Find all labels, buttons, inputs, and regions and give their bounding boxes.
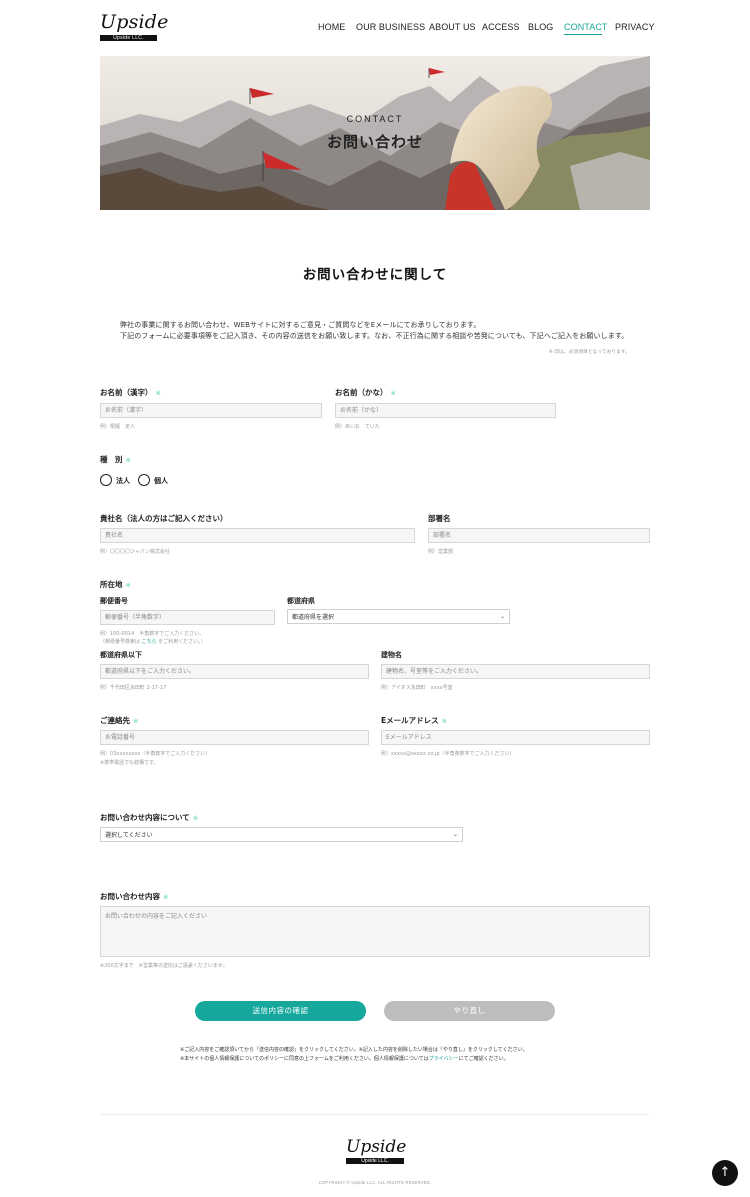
type-label: 種 別 ※ [100, 455, 131, 464]
nav-our-business[interactable]: OUR BUSINESS [356, 22, 425, 36]
city-input[interactable] [100, 664, 369, 679]
zip-hint: 例）100-0014 半角数字でご入力ください。 [100, 631, 205, 637]
email-hint: 例）xxxxx@xxxxx.co.jp（半角英数字でご入力ください） [381, 751, 515, 757]
hero-subtitle: CONTACT [346, 114, 404, 124]
department-hint: 例）営業部 [428, 549, 453, 555]
prefecture-label: 都道府県 [287, 597, 315, 605]
required-mark: ※ [125, 581, 131, 589]
intro-line-2: 下記のフォームに必要事項等をご記入頂き、その内容の送信をお願い致します。なお、不… [120, 332, 629, 340]
chevron-down-icon: ⌄ [452, 831, 458, 838]
building-label: 建物名 [381, 651, 402, 659]
required-mark: ※ [155, 389, 161, 397]
company-label: 貴社名（法人の方はご記入ください） [100, 514, 228, 523]
name-kanji-input[interactable] [100, 403, 322, 418]
inquiry-label: お問い合わせ内容 ※ [100, 892, 169, 901]
nav-blog[interactable]: BLOG [528, 22, 553, 36]
required-mark: ※ [125, 456, 131, 464]
zip-input[interactable] [100, 610, 275, 625]
department-label: 部署名 [428, 514, 451, 523]
arrow-up-icon: ↑ [719, 1165, 731, 1180]
required-mark: ※ [133, 717, 139, 725]
address-label: 所在地 ※ [100, 580, 131, 589]
phone-label: ご連絡先 ※ [100, 716, 139, 725]
required-mark: ※ [163, 893, 169, 901]
required-note: ※ 印は、必須項目となっております。 [548, 350, 630, 355]
name-kanji-hint: 例）桐堰 定人 [100, 424, 135, 430]
footer-logo-sub: Upside LLC. [346, 1158, 404, 1164]
building-input[interactable] [381, 664, 650, 679]
back-to-top-button[interactable]: ↑ [712, 1160, 738, 1186]
zip-search-hint: （郵便番号検索は こちら をご利用ください。） [100, 639, 206, 645]
inquiry-textarea[interactable] [100, 906, 650, 957]
intro-line-1: 弊社の事業に関するお問い合わせ、WEBサイトに対するご意見・ご質問などをEメール… [120, 321, 481, 329]
email-label: Eメールアドレス ※ [381, 716, 448, 725]
required-mark: ※ [192, 814, 199, 822]
email-input[interactable] [381, 730, 650, 745]
building-hint: 例）アイオス永田町 xxxx号室 [381, 685, 453, 691]
inquiry-hint: ※200文字まで ※営業等の送信はご遠慮くださいませ。 [100, 963, 228, 969]
nav-privacy[interactable]: PRIVACY [615, 22, 655, 36]
name-kana-hint: 例）あいお ていた [335, 424, 380, 430]
section-title: お問い合わせに関して [302, 267, 448, 283]
nav-active-underline [564, 34, 602, 35]
required-mark: ※ [441, 717, 448, 725]
phone-mobile-hint: ※携帯電話でも結構です。 [100, 760, 159, 766]
type-radio-corporate-label[interactable]: 法人 [116, 476, 130, 486]
form-note-1: ※ご記入内容をご確認頂いてから『送信内容の確認』をクリックしてください。※記入し… [180, 1047, 528, 1053]
company-input[interactable] [100, 528, 415, 543]
name-kanji-label: お名前（漢字） ※ [100, 388, 161, 397]
copyright: COPYRIGHT © Upside LLC. ALL RIGHTS RESER… [318, 1180, 432, 1185]
city-label: 都道府県以下 [100, 651, 142, 659]
chevron-down-icon: ⌄ [499, 613, 505, 620]
confirm-button[interactable]: 送信内容の確認 [195, 1001, 366, 1021]
name-kana-input[interactable] [335, 403, 556, 418]
nav-about-us[interactable]: ABOUT US [429, 22, 476, 36]
zip-search-link[interactable]: こちら [142, 639, 157, 645]
form-note-2: ※本サイトの個人情報保護についてのポリシーに同意の上フォームをご利用ください。個… [180, 1056, 509, 1062]
city-hint: 例）千代田区永田町 2-17-17 [100, 685, 167, 691]
name-kana-label: お名前（かな） ※ [335, 388, 396, 397]
nav-home[interactable]: HOME [318, 22, 345, 36]
inquiry-type-select[interactable]: 選択してください ⌄ [100, 827, 463, 842]
footer-divider [100, 1114, 650, 1115]
type-radio-individual-label[interactable]: 個人 [154, 476, 168, 486]
phone-input[interactable] [100, 730, 369, 745]
company-hint: 例）〇〇〇〇ジャパン株式会社 [100, 549, 170, 555]
type-radio-individual[interactable] [138, 474, 150, 486]
prefecture-select[interactable]: 都道府県を選択 ⌄ [287, 609, 510, 624]
zip-label: 郵便番号 [100, 597, 128, 605]
hero-title: お問い合わせ [326, 133, 423, 151]
footer-logo[interactable]: Upside [346, 1137, 406, 1157]
type-radio-corporate[interactable] [100, 474, 112, 486]
reset-button[interactable]: やり直し [384, 1001, 555, 1021]
site-logo-sub: Upside LLC. [100, 35, 157, 41]
nav-access[interactable]: ACCESS [482, 22, 520, 36]
site-logo[interactable]: Upside [100, 11, 169, 33]
inquiry-type-label: お問い合わせ内容について ※ [100, 813, 199, 822]
privacy-link[interactable]: プライバシー [429, 1056, 459, 1062]
required-mark: ※ [390, 389, 396, 397]
phone-hint: 例）03xxxxxxxx（半角数字でご入力ください） [100, 751, 211, 757]
department-input[interactable] [428, 528, 650, 543]
